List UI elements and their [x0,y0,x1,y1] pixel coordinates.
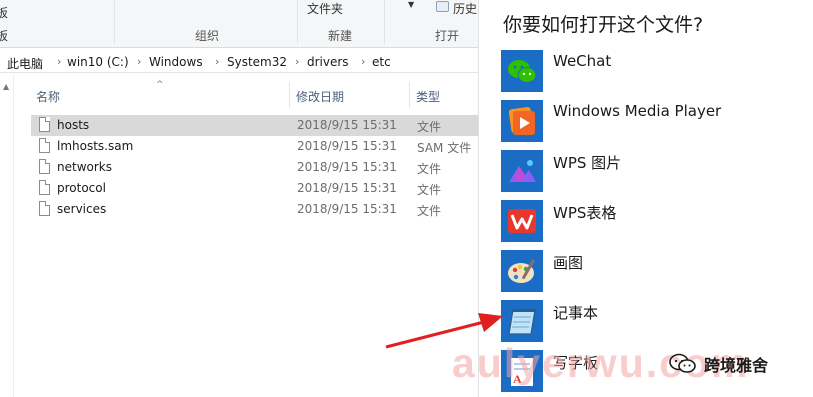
ribbon-separator [297,0,298,44]
chevron-right-icon[interactable]: › [57,55,61,68]
file-name: networks [57,160,112,174]
file-name: protocol [57,181,106,195]
open-with-title: 你要如何打开这个文件? [503,14,704,36]
breadcrumb-etc[interactable]: etc [372,55,391,69]
column-header-date[interactable]: 修改日期 [296,82,344,108]
column-header-type[interactable]: 类型 [416,82,440,108]
history-icon [436,1,449,12]
ribbon-group-organize: 组织 [195,29,220,43]
file-row-networks[interactable]: networks 2018/9/15 15:31 文件 [31,157,478,178]
file-date: 2018/9/15 15:31 [297,160,397,174]
wps-spreadsheet-icon [501,200,543,242]
file-name: services [57,202,107,216]
ribbon-separator [114,0,115,44]
wechat-official-account-icon [669,353,696,373]
file-name: hosts [57,118,90,132]
file-name: lmhosts.sam [57,139,134,153]
app-option-wps-spreadsheet[interactable]: WPS表格 [501,200,801,242]
column-header-name[interactable]: 名称 [36,82,60,108]
ribbon-separator [384,0,385,44]
file-date: 2018/9/15 15:31 [297,202,397,216]
app-label-wechat: WeChat [553,52,612,70]
history-button[interactable]: 历史 [453,0,477,17]
file-type: 文件 [417,204,442,218]
open-with-dialog: 你要如何打开这个文件? WeChat Windows Media Player … [478,0,813,397]
app-option-notepad[interactable]: 记事本 [501,300,801,342]
file-explorer-window: 板 板 组织 文件夹 新建 ▼ 历史 打开 此电脑 › win10 (C:) ›… [0,0,478,397]
file-icon [39,180,50,195]
notepad-icon [501,300,543,342]
chevron-right-icon[interactable]: › [361,55,365,68]
file-type: SAM 文件 [417,141,472,155]
app-label-windows-media-player: Windows Media Player [553,102,722,120]
file-row-hosts[interactable]: hosts 2018/9/15 15:31 文件 [31,115,478,136]
ribbon: 板 板 组织 文件夹 新建 ▼ 历史 打开 [0,0,478,48]
media-player-icon [501,100,543,142]
file-icon [39,138,50,153]
new-folder-button[interactable]: 文件夹 [307,0,343,17]
file-row-lmhosts[interactable]: lmhosts.sam 2018/9/15 15:31 SAM 文件 [31,136,478,157]
file-row-protocol[interactable]: protocol 2018/9/15 15:31 文件 [31,178,478,199]
file-type: 文件 [417,162,442,176]
app-label-notepad: 记事本 [553,304,599,322]
app-option-windows-media-player[interactable]: Windows Media Player [501,100,801,142]
file-date: 2018/9/15 15:31 [297,139,397,153]
file-icon [39,117,50,132]
chevron-right-icon[interactable]: › [215,55,219,68]
breadcrumb-drivers[interactable]: drivers [307,55,349,69]
ribbon-partial-clipboard[interactable]: 板 [0,4,8,21]
file-icon [39,201,50,216]
file-icon [39,159,50,174]
app-label-wps-spreadsheet: WPS表格 [553,204,617,222]
brand-name: 跨境雅舍 [704,356,769,375]
breadcrumb-system32[interactable]: System32 [227,55,287,69]
app-option-wps-picture[interactable]: WPS 图片 [501,150,801,192]
app-label-paint: 画图 [553,254,584,272]
paint-icon [501,250,543,292]
address-bar[interactable]: 此电脑 › win10 (C:) › Windows › System32 › … [0,51,478,73]
ribbon-group-new: 新建 [328,29,353,43]
ribbon-partial-clipboard-group: 板 [0,29,9,43]
app-label-wps-picture: WPS 图片 [553,154,622,172]
file-type: 文件 [417,120,442,134]
file-date: 2018/9/15 15:31 [297,181,397,195]
app-option-wechat[interactable]: WeChat [501,50,801,92]
breadcrumb-drive[interactable]: win10 (C:) [67,55,129,69]
file-row-services[interactable]: services 2018/9/15 15:31 文件 [31,199,478,220]
wechat-icon [501,50,543,92]
wps-picture-icon [501,150,543,192]
breadcrumb-this-pc[interactable]: 此电脑 [7,55,43,72]
breadcrumb-windows[interactable]: Windows [149,55,203,69]
ribbon-dropdown-arrow-icon[interactable]: ▼ [408,0,414,9]
app-option-paint[interactable]: 画图 [501,250,801,292]
chevron-right-icon[interactable]: › [137,55,141,68]
ribbon-group-open: 打开 [435,29,460,43]
column-divider[interactable] [409,82,410,108]
file-date: 2018/9/15 15:31 [297,118,397,132]
navigation-pane-edge[interactable] [0,74,14,397]
chevron-right-icon[interactable]: › [295,55,299,68]
sort-ascending-icon: ^ [156,80,164,90]
file-type: 文件 [417,183,442,197]
column-divider[interactable] [289,82,290,108]
scroll-up-arrow-icon[interactable]: ▲ [3,82,9,91]
